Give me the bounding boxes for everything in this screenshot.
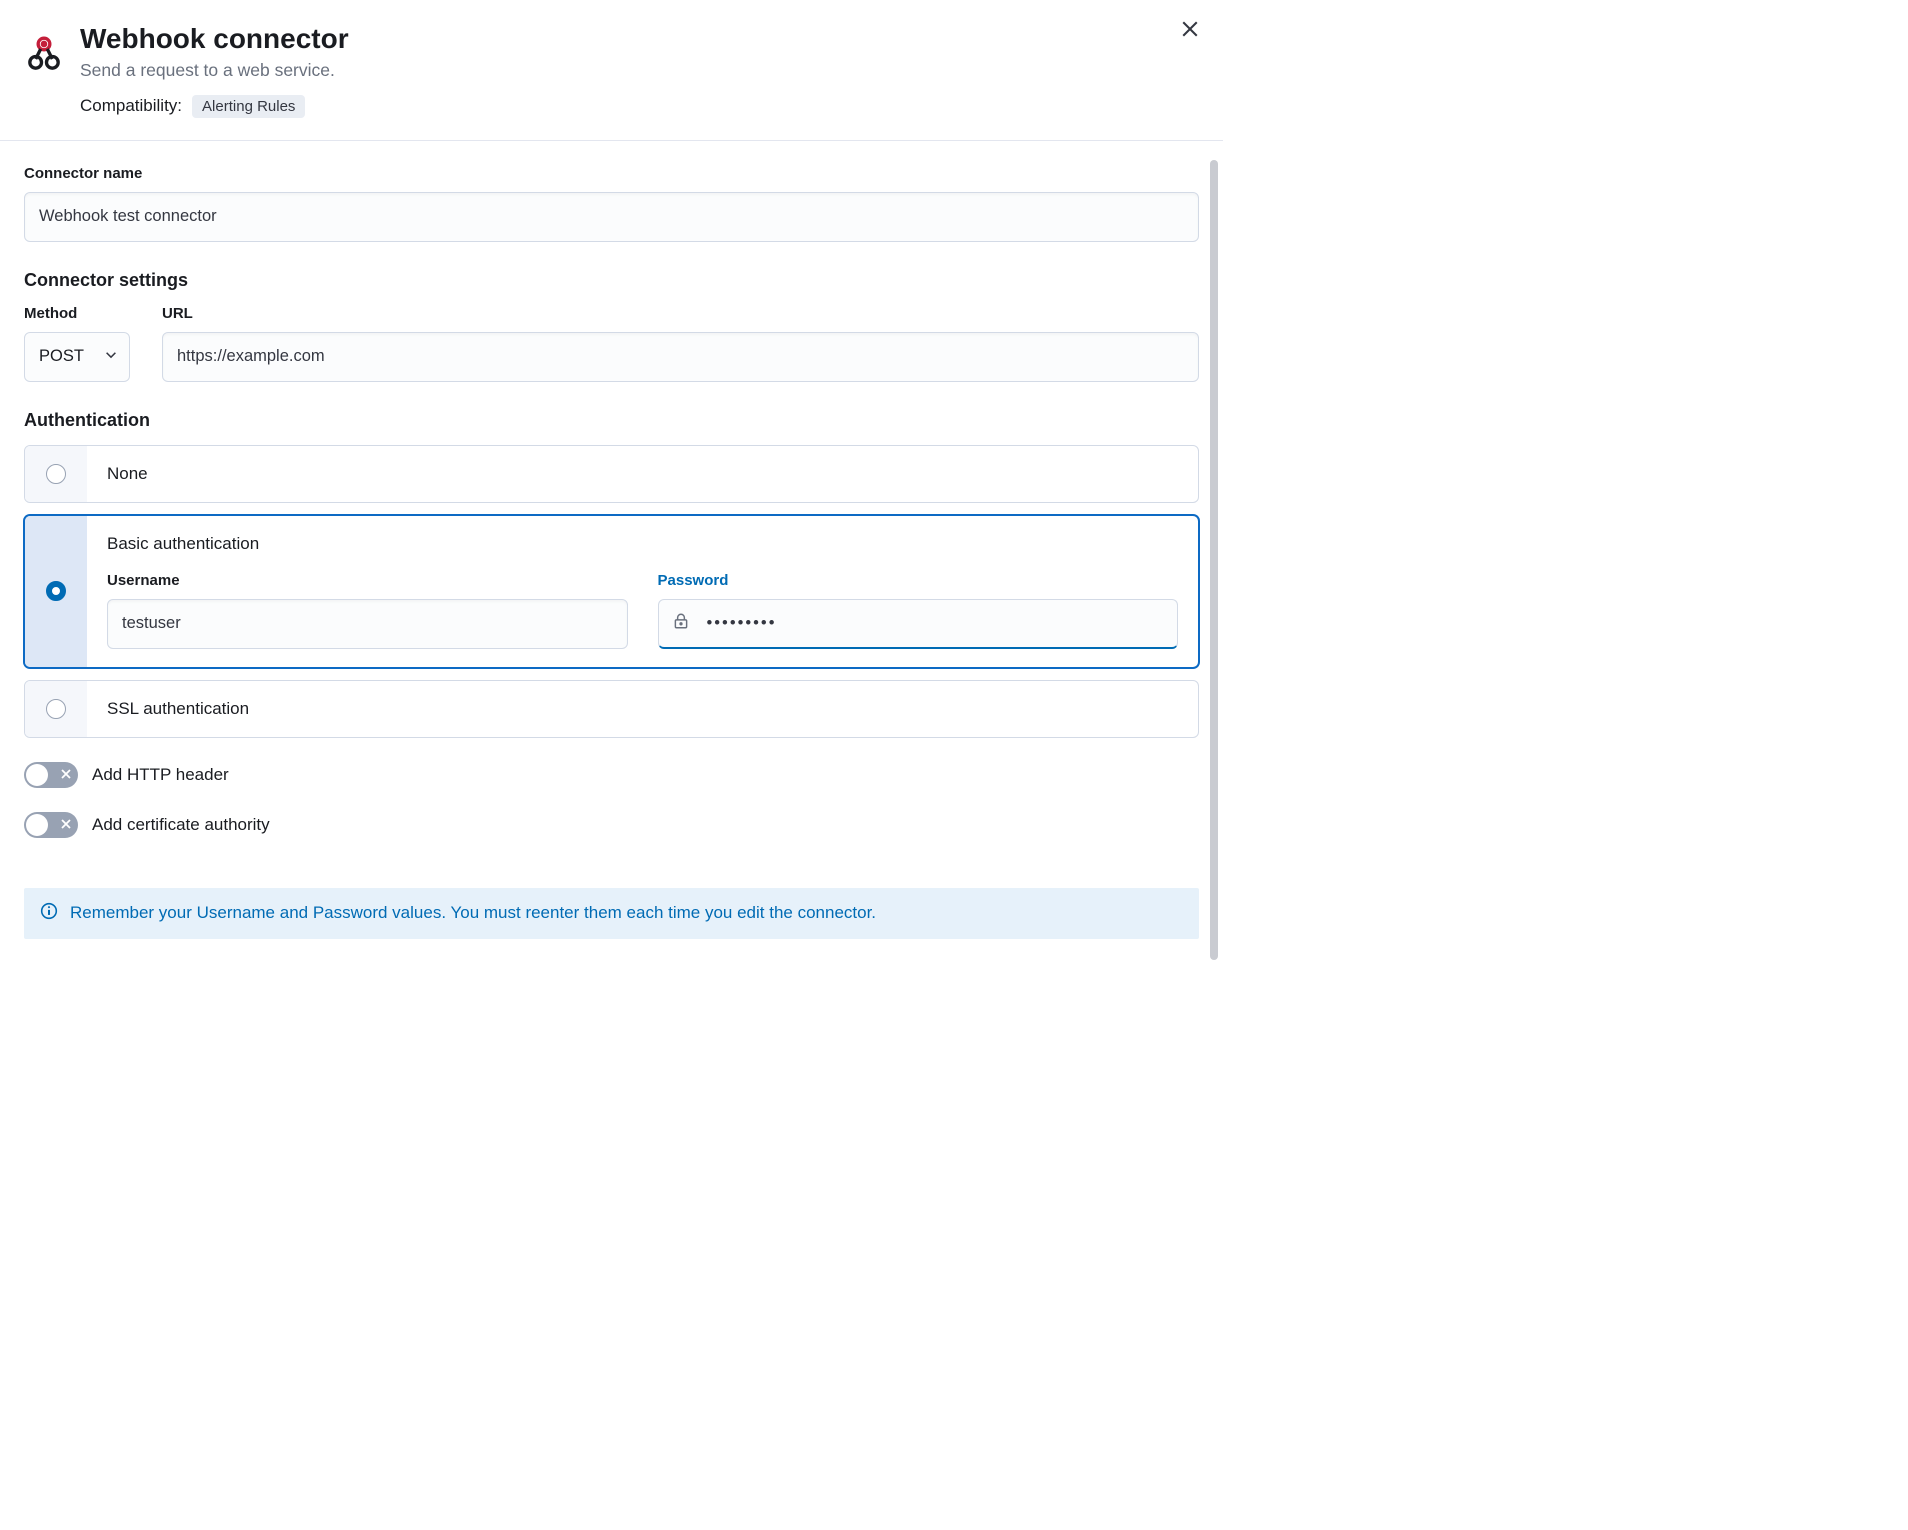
compatibility-label: Compatibility:	[80, 96, 182, 116]
url-input[interactable]	[162, 332, 1199, 382]
connector-name-label: Connector name	[24, 165, 1199, 182]
close-icon	[1181, 20, 1199, 38]
method-label: Method	[24, 305, 130, 322]
url-label: URL	[162, 305, 1199, 322]
toggle-knob	[26, 814, 48, 836]
radio-basic[interactable]	[46, 581, 66, 601]
add-http-header-toggle[interactable]	[24, 762, 78, 788]
x-icon	[61, 766, 71, 784]
webhook-connector-modal: Webhook connector Send a request to a we…	[0, 0, 1223, 939]
compatibility-badge: Alerting Rules	[192, 95, 305, 118]
auth-none-label: None	[107, 464, 1178, 484]
x-icon	[61, 816, 71, 834]
add-http-header-label: Add HTTP header	[92, 765, 229, 785]
radio-none[interactable]	[46, 464, 66, 484]
auth-ssl-label: SSL authentication	[107, 699, 1178, 719]
username-input[interactable]	[107, 599, 628, 649]
auth-option-ssl[interactable]: SSL authentication	[24, 680, 1199, 738]
connector-name-input[interactable]	[24, 192, 1199, 242]
password-input[interactable]	[658, 599, 1179, 649]
callout-text: Remember your Username and Password valu…	[70, 903, 876, 923]
add-cert-authority-toggle[interactable]	[24, 812, 78, 838]
webhook-icon	[24, 34, 64, 79]
close-button[interactable]	[1175, 14, 1205, 47]
auth-basic-label: Basic authentication	[107, 534, 1178, 554]
auth-option-basic[interactable]: Basic authentication Username Password	[24, 515, 1199, 668]
radio-ssl[interactable]	[46, 699, 66, 719]
username-label: Username	[107, 572, 628, 589]
method-value: POST	[39, 347, 84, 366]
auth-radio-group: None Basic authentication Username Passw…	[24, 445, 1199, 738]
toggle-knob	[26, 764, 48, 786]
method-select[interactable]: POST	[24, 332, 130, 382]
modal-header: Webhook connector Send a request to a we…	[0, 0, 1223, 141]
credentials-reminder-callout: Remember your Username and Password valu…	[24, 888, 1199, 939]
password-label: Password	[658, 572, 1179, 589]
connector-settings-heading: Connector settings	[24, 270, 1199, 291]
modal-title: Webhook connector	[80, 22, 1199, 56]
auth-option-none[interactable]: None	[24, 445, 1199, 503]
info-icon	[40, 902, 58, 925]
add-cert-authority-label: Add certificate authority	[92, 815, 270, 835]
modal-subtitle: Send a request to a web service.	[80, 60, 1199, 81]
authentication-heading: Authentication	[24, 410, 1199, 431]
scrollbar[interactable]	[1210, 160, 1218, 960]
